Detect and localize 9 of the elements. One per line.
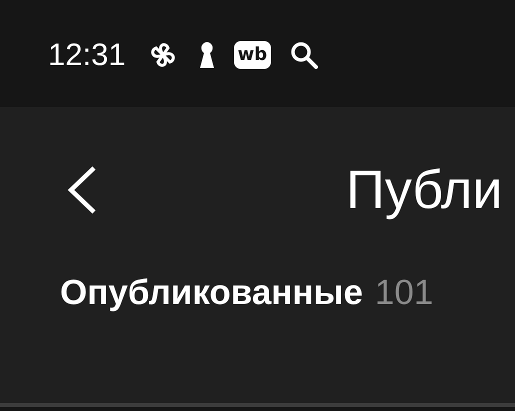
app-badge: wb bbox=[234, 40, 272, 68]
tab-label: Опубликованные bbox=[60, 273, 363, 313]
back-icon[interactable] bbox=[66, 165, 98, 215]
tab-count: 101 bbox=[374, 273, 434, 313]
page-title: Публи bbox=[346, 159, 503, 221]
tab[interactable]: Опубликованные 101 bbox=[60, 273, 434, 313]
search-icon bbox=[289, 40, 320, 70]
clock-time: 12:31 bbox=[48, 36, 126, 72]
keyhole-icon bbox=[198, 40, 216, 68]
